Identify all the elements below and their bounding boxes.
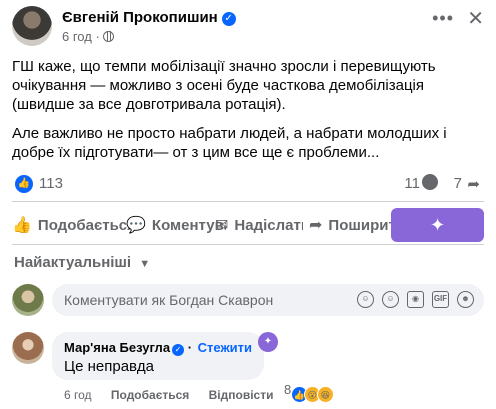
- follow-link[interactable]: Стежити: [198, 340, 252, 355]
- post-header: Євгеній Прокопишин ✓ 6 год · ••• ✕: [12, 6, 484, 48]
- sort-label: Найактуальніші: [14, 254, 132, 271]
- commenter-name[interactable]: Мар'яна Безугла: [64, 340, 170, 355]
- send-button[interactable]: ✉ Надіслати: [215, 208, 303, 242]
- camera-icon[interactable]: ◉: [407, 291, 424, 308]
- haha-reaction-icon: 😆: [316, 386, 334, 403]
- reaction-count[interactable]: 113: [39, 175, 63, 192]
- comment-reply-link[interactable]: Відповісти: [209, 388, 274, 402]
- close-icon[interactable]: ✕: [467, 6, 484, 31]
- comment-count-icon: [422, 174, 438, 190]
- like-reaction-icon[interactable]: 👍: [15, 175, 33, 193]
- comment-time[interactable]: 6 год: [64, 388, 92, 402]
- reactions-summary: 👍 113 11 7 ➦: [12, 173, 484, 195]
- globe-icon: [102, 31, 114, 42]
- author-avatar[interactable]: [12, 6, 52, 46]
- post-meta: 6 год ·: [62, 29, 114, 44]
- comment-icon: 💬: [126, 217, 146, 234]
- comment-like-link[interactable]: Подобається: [111, 388, 189, 402]
- post-actions: 👍Подобається 💬Коментувати ✉Надіслати ➦По…: [12, 208, 484, 242]
- sparkle-icon: ✦: [429, 215, 446, 235]
- comment-footer: 6 год Подобається Відповісти: [64, 388, 273, 402]
- comment-bubble: Мар'яна Безугла ✓ · Стежити Це неправда: [52, 332, 264, 380]
- post-paragraph: Але важливо не просто набрати людей, а н…: [12, 125, 447, 161]
- comment-input-placeholder: Коментувати як Богдан Скаврон: [64, 292, 274, 308]
- comment-text: Це неправда: [64, 358, 154, 375]
- verified-badge-icon: ✓: [172, 344, 185, 356]
- comment-button[interactable]: 💬Коментувати: [126, 208, 226, 242]
- author-name-row[interactable]: Євгеній Прокопишин ✓: [62, 9, 236, 26]
- thumbs-up-icon: 👍: [12, 217, 32, 234]
- emoji-icon[interactable]: ☺: [382, 291, 399, 308]
- like-button[interactable]: 👍 Подобається: [12, 208, 130, 242]
- current-user-avatar[interactable]: [12, 284, 44, 316]
- comment-composer: Коментувати як Богдан Скаврон ☺ ☺ ◉ GIF …: [12, 284, 484, 316]
- post-paragraph: ГШ каже, що темпи мобілізації значно зро…: [12, 58, 436, 113]
- divider: [12, 201, 484, 202]
- share-count[interactable]: 7: [454, 175, 462, 192]
- chevron-down-icon: ▼: [139, 258, 151, 270]
- comment-count[interactable]: 11: [404, 175, 420, 192]
- avatar-sticker-icon[interactable]: ☺: [357, 291, 374, 308]
- comment-item: Мар'яна Безугла ✓ · Стежити Це неправда ✦…: [12, 332, 484, 403]
- share-count-icon: ➦: [467, 176, 480, 193]
- composer-icons: ☺ ☺ ◉ GIF ☻: [357, 291, 474, 308]
- comment-reactions[interactable]: 8 👍 😮 😆: [284, 382, 334, 403]
- verified-badge-icon: ✓: [221, 12, 236, 26]
- post-body: ГШ каже, що темпи мобілізації значно зро…: [12, 57, 482, 172]
- share-button[interactable]: ➦ Поширити: [309, 208, 399, 242]
- ai-sparkle-button[interactable]: ✦: [391, 208, 484, 242]
- commenter-avatar[interactable]: [12, 332, 44, 364]
- author-name[interactable]: Євгеній Прокопишин: [62, 9, 218, 26]
- gif-icon[interactable]: GIF: [432, 291, 449, 308]
- more-options-icon[interactable]: •••: [432, 8, 454, 29]
- sparkle-icon[interactable]: ✦: [258, 332, 278, 352]
- post-time[interactable]: 6 год: [62, 29, 92, 44]
- commenter-name-row: Мар'яна Безугла ✓ · Стежити: [64, 340, 253, 356]
- divider: [12, 244, 484, 245]
- messenger-icon: ✉: [215, 217, 229, 234]
- share-icon: ➦: [309, 217, 323, 234]
- comment-sort-dropdown[interactable]: Найактуальніші ▼: [14, 254, 150, 271]
- sticker-icon[interactable]: ☻: [457, 291, 474, 308]
- comment-input[interactable]: Коментувати як Богдан Скаврон ☺ ☺ ◉ GIF …: [52, 284, 484, 316]
